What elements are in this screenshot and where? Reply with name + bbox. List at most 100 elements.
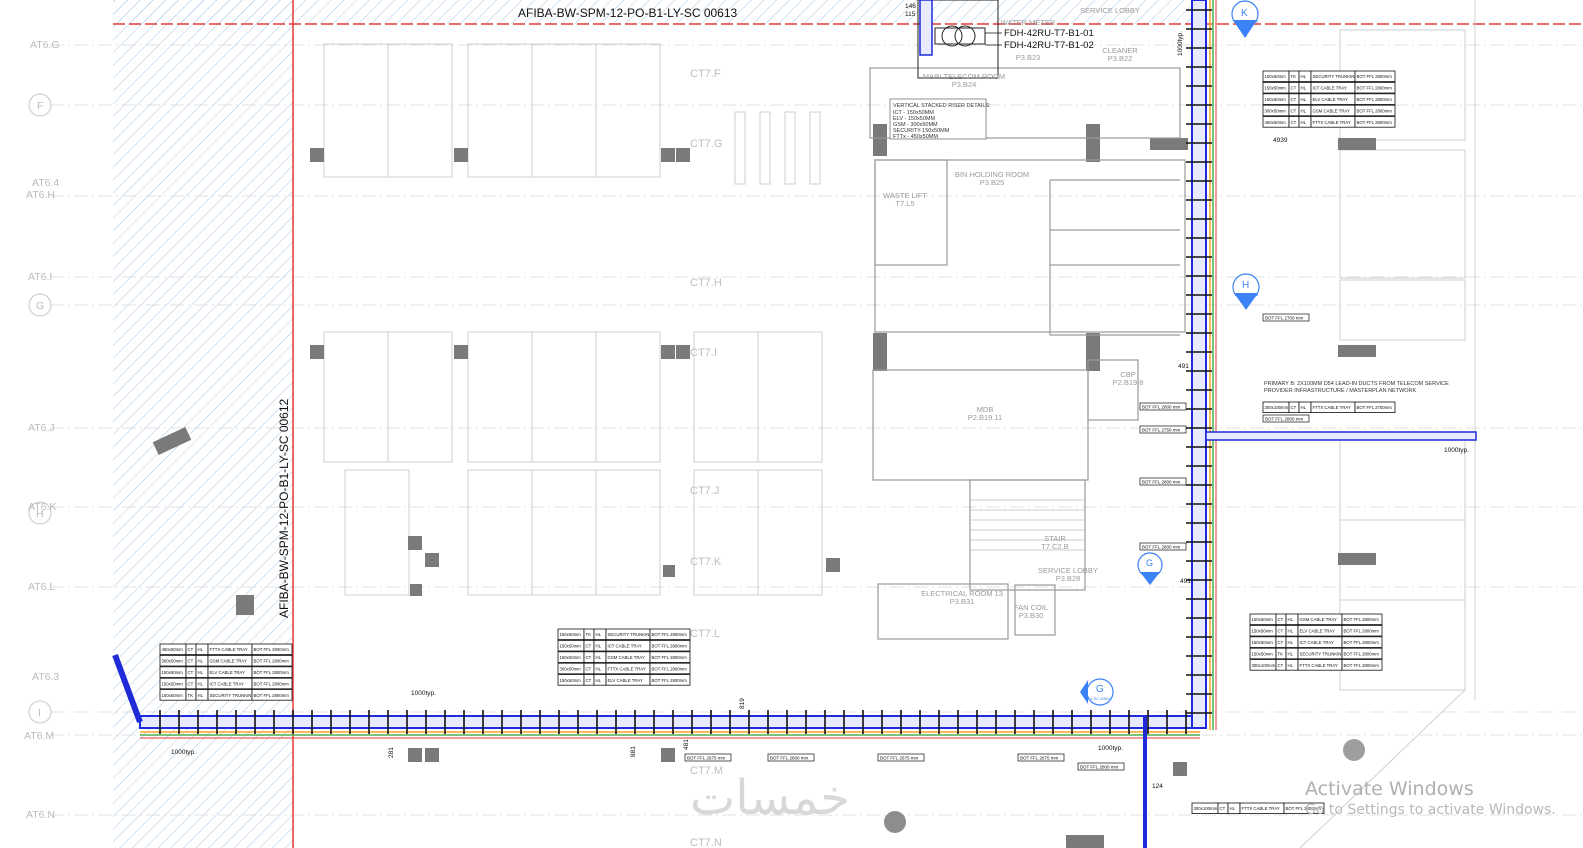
table-cell: ELV CABLE TRAY	[1300, 629, 1335, 634]
table-cell: ELV CABLE TRAY	[210, 670, 245, 675]
fdh-label-01: FDH-42RU-T7-B1-01	[1004, 28, 1094, 39]
dim-label: 491	[1178, 363, 1189, 370]
grid-label: AT6.L	[28, 581, 55, 593]
table-cell: CT	[1278, 640, 1284, 645]
table-cell: 150x50mm	[1265, 97, 1287, 102]
table-cell: TK	[1291, 74, 1297, 79]
cable-table-top-right: 150x50mm TK HL SECURITY TRUNKING BOT FFL 280…	[1262, 70, 1396, 128]
table-cell: BOT FFL 2800mm	[254, 670, 290, 675]
table-cell: 300x100mm	[1265, 405, 1289, 410]
bot-ffl-label: BOT FFL 2675 mm	[687, 756, 726, 761]
activate-title: Activate Windows	[1305, 778, 1474, 800]
grid-label-group: AT6.G F AT6.4 AT6.H AT6.I G AT6.J AT6.K …	[24, 39, 60, 821]
room-label-ct7f: CT7.F	[690, 68, 721, 80]
table-cell: CT	[1278, 663, 1284, 668]
table-cell: BOT FFL 2800mm	[1344, 617, 1380, 622]
section-marker-g2: G	[1137, 552, 1163, 585]
table-cell: BOT FFL 2800mm	[254, 659, 290, 664]
table-cell: ICT CABLE TRAY	[1300, 640, 1335, 645]
grid-label: I	[38, 707, 41, 719]
table-cell: BOT FFL 2800mm	[1357, 97, 1393, 102]
dim-label: 819	[739, 698, 746, 709]
marker-g-letter: G	[1096, 684, 1104, 695]
table-cell: BOT FFL 2800mm	[652, 632, 688, 637]
table-cell: 300x100mm	[1194, 806, 1218, 811]
room-telecom-code: P3.B24	[952, 80, 977, 89]
table-cell: BOT FFL 2800mm	[652, 644, 688, 649]
table-cell: CT	[586, 644, 592, 649]
table-cell: HL	[596, 655, 602, 660]
table-cell: 300x50mm	[1265, 108, 1287, 113]
bot-ffl-label: BOT FFL 2700 mm	[1265, 316, 1304, 321]
riser-note: VERTICAL STACKED RISER DETAILS: ICT - 15…	[889, 98, 991, 140]
lead-in-duct	[1205, 431, 1477, 441]
bot-ffl-label: BOT FFL 2800 mm	[1142, 405, 1181, 410]
table-cell: HL	[1288, 629, 1294, 634]
dim-label: 1000typ.	[171, 749, 196, 756]
table-cell: 150x50mm	[560, 678, 582, 683]
table-cell: 150x50mm	[162, 681, 184, 686]
table-cell: 150x50mm	[1265, 74, 1287, 79]
room-water-code: P3.B23	[1016, 53, 1041, 62]
room-labels: CT7.F CT7.G CT7.H CT7.I CT7.J CT7.K CT7.…	[690, 68, 723, 848]
table-cell: FTTX CABLE TRAY	[608, 666, 646, 671]
table-cell: BOT FFL 2800mm	[1357, 120, 1393, 125]
dim-label: 281	[388, 747, 395, 758]
table-cell: HL	[1230, 806, 1236, 811]
table-cell: BOT FFL 2800mm	[652, 666, 688, 671]
marker-h-letter: H	[1242, 280, 1249, 291]
table-cell: TK	[586, 632, 592, 637]
table-cell: BOT FFL 2800mm	[254, 681, 290, 686]
bollard-dot	[1343, 739, 1365, 761]
dim-label: 115	[905, 11, 916, 18]
table-cell: 300x50mm	[162, 659, 184, 664]
bot-ffl-label: BOT FFL 2800 mm	[1265, 417, 1304, 422]
marker-g2-letter: G	[1146, 558, 1153, 568]
grid-label: AT6.3	[32, 671, 59, 683]
table-cell: SECURITY TRUNKING	[1300, 651, 1346, 656]
marker-g-sub: LY-SC 00614	[1088, 696, 1112, 701]
table-cell: GSM CABLE TRAY	[1313, 108, 1350, 113]
marker-h-sub: LY-SC 00615	[1235, 292, 1259, 297]
table-cell: ELV CABLE TRAY	[608, 678, 643, 683]
table-cell: 300x100mm	[1252, 663, 1276, 668]
dim-label: 124	[1152, 783, 1163, 790]
table-cell: CT	[1291, 97, 1297, 102]
table-cell: HL	[198, 681, 204, 686]
table-cell: 150x50mm	[1252, 651, 1274, 656]
table-cell: CT	[1278, 629, 1284, 634]
table-cell: GSM CABLE TRAY	[608, 655, 645, 660]
table-cell: HL	[1301, 74, 1307, 79]
dim-label: 146	[905, 3, 916, 10]
table-cell: TK	[188, 693, 194, 698]
table-cell: SECURITY TRUNKING	[1313, 74, 1359, 79]
room-fancoil-code: P3.B30	[1019, 611, 1044, 620]
room-label-ct7j: CT7.J	[690, 485, 719, 497]
table-cell: CT	[1278, 617, 1284, 622]
table-cell: CT	[188, 670, 194, 675]
riser-note-line: FTTx - 450x50MM	[893, 134, 938, 140]
dim-label: 1000typ.	[1098, 745, 1123, 752]
drawing-canvas: AFIBA-BW-SPM-12-PO-B1-LY-SC 00613 AFIBA-…	[24, 0, 1583, 848]
marker-k-sub: LY-SC 00615	[1235, 19, 1259, 24]
table-cell: SECURITY TRUNKING	[210, 693, 256, 698]
dim-label: 881	[630, 746, 637, 757]
grid-label: G	[36, 300, 44, 312]
grid-label: AT6.H	[26, 189, 55, 201]
table-cell: CT	[586, 678, 592, 683]
room-label-ct7l: CT7.L	[690, 628, 720, 640]
table-cell: GSM CABLE TRAY	[1300, 617, 1337, 622]
table-cell: 150x50mm	[560, 632, 582, 637]
bot-ffl-label: BOT FFL 2800 mm	[770, 756, 809, 761]
table-cell: 450x50mm	[162, 647, 184, 652]
grid-label: F	[37, 100, 43, 112]
activate-subtitle: Go to Settings to activate Windows.	[1305, 802, 1556, 818]
table-cell: BOT FFL 2800mm	[1344, 663, 1380, 668]
table-cell: HL	[596, 644, 602, 649]
table-cell: CT	[1291, 108, 1297, 113]
bot-ffl-label: BOT FFL 2800 mm	[1142, 545, 1181, 550]
bot-ffl-label: BOT FFL 2675 mm	[880, 756, 919, 761]
table-cell: HL	[1288, 640, 1294, 645]
table-cell: 150x50mm	[560, 655, 582, 660]
table-cell: CT	[188, 647, 194, 652]
